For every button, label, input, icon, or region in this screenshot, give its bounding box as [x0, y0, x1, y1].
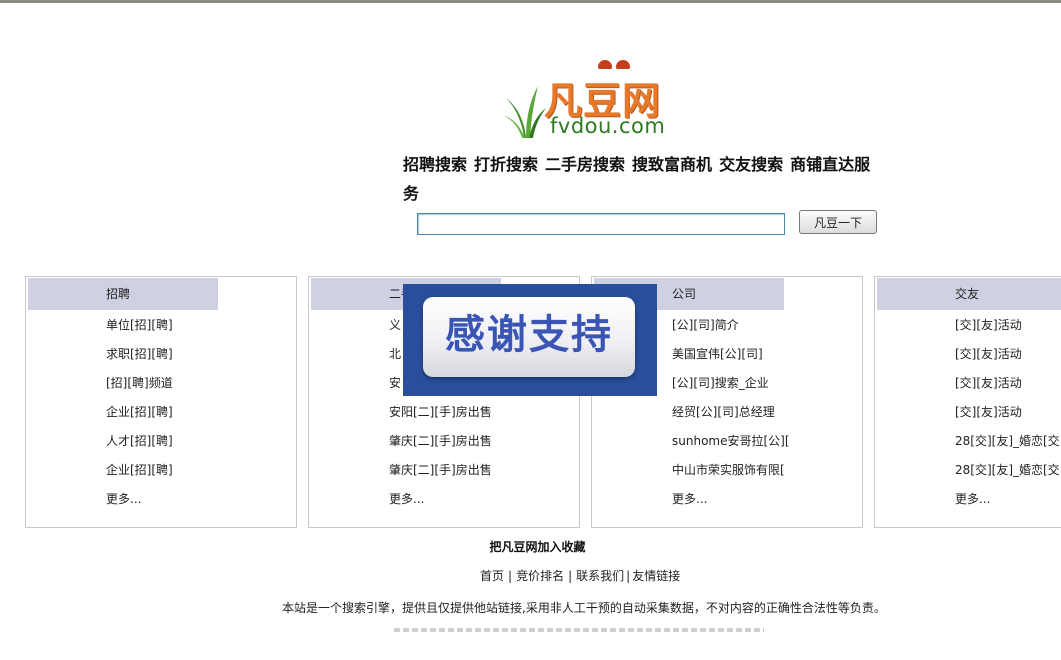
list-item[interactable]: [招][聘]频道 — [106, 374, 173, 403]
search-category-nav: 招聘搜索 打折搜索 二手房搜索 搜致富商机 交友搜索 商铺直达服务 — [403, 150, 893, 208]
separator: | — [568, 569, 573, 583]
list-item[interactable]: 经贸[公][司]总经理 — [672, 403, 790, 432]
disclaimer-text: 本站是一个搜索引擎，提供且仅提供他站链接,采用非人工干预的自动采集数据，不对内容… — [282, 601, 886, 615]
separator: | — [508, 569, 513, 583]
footer-links: 首页 | 竞价排名 | 联系我们 | 友情链接 — [480, 567, 680, 584]
site-logo[interactable]: 凡豆网 fvdou.com — [500, 56, 690, 140]
list-item[interactable]: 求职[招][聘] — [106, 345, 173, 374]
panel-title[interactable]: 交友 — [955, 278, 979, 310]
list-item[interactable]: [公][司]简介 — [672, 316, 790, 345]
list-item[interactable]: 28[交][友]_婚恋[交 — [955, 461, 1061, 490]
footer-link-friends[interactable]: 友情链接 — [632, 569, 680, 583]
list-item[interactable]: [交][友]活动 — [955, 374, 1061, 403]
panel-title[interactable]: 公司 — [672, 278, 696, 310]
cut-off-text-line — [394, 628, 764, 632]
search-input[interactable] — [417, 213, 785, 235]
list-item[interactable]: [交][友]活动 — [955, 345, 1061, 374]
panel-header: 招聘 — [28, 278, 218, 310]
mushroom-icon — [598, 60, 612, 69]
list-item[interactable]: 肇庆[二][手]房出售 — [389, 461, 492, 490]
list-item[interactable]: 中山市荣实服饰有限[ — [672, 461, 790, 490]
more-link[interactable]: 更多... — [672, 490, 790, 519]
window-top-border — [0, 0, 1061, 3]
list-item[interactable]: 安阳[二][手]房出售 — [389, 403, 492, 432]
panel-header: 交友 — [877, 278, 1061, 310]
list-item[interactable]: [交][友]活动 — [955, 316, 1061, 345]
grass-icon — [504, 86, 546, 138]
separator: | — [626, 569, 631, 583]
panel-dating: 交友 [交][友]活动 [交][友]活动 [交][友]活动 [交][友]活动 2… — [874, 276, 1061, 528]
list-item[interactable]: [公][司]搜索_企业 — [672, 374, 790, 403]
nav-secondhand-house-search[interactable]: 二手房搜索 — [545, 155, 625, 174]
logo-domain-text: fvdou.com — [550, 114, 666, 138]
list-item[interactable]: 美国宣伟[公][司] — [672, 345, 790, 374]
list-item[interactable]: 企业[招][聘] — [106, 461, 173, 490]
panel-list: 单位[招][聘] 求职[招][聘] [招][聘]频道 企业[招][聘] 人才[招… — [106, 316, 173, 519]
nav-dating-search[interactable]: 交友搜索 — [719, 155, 783, 174]
panel-title[interactable]: 招聘 — [106, 278, 130, 310]
panel-list: [交][友]活动 [交][友]活动 [交][友]活动 [交][友]活动 28[交… — [955, 316, 1061, 519]
add-favorite-link[interactable]: 把凡豆网加入收藏 — [0, 538, 1061, 555]
list-item[interactable]: 企业[招][聘] — [106, 403, 173, 432]
list-item[interactable]: sunhome安哥拉[公][ — [672, 432, 790, 461]
nav-job-search[interactable]: 招聘搜索 — [403, 155, 467, 174]
footer-link-contact[interactable]: 联系我们 — [576, 569, 624, 583]
footer-link-home[interactable]: 首页 — [480, 569, 504, 583]
panel-list: [公][司]简介 美国宣伟[公][司] [公][司]搜索_企业 经贸[公][司]… — [672, 316, 790, 519]
more-link[interactable]: 更多... — [106, 490, 173, 519]
panel-recruitment: 招聘 单位[招][聘] 求职[招][聘] [招][聘]频道 企业[招][聘] 人… — [25, 276, 297, 528]
list-item[interactable]: 肇庆[二][手]房出售 — [389, 432, 492, 461]
list-item[interactable]: [交][友]活动 — [955, 403, 1061, 432]
more-link[interactable]: 更多... — [389, 490, 492, 519]
favorite-label[interactable]: 把凡豆网加入收藏 — [489, 540, 585, 554]
footer-link-bidding[interactable]: 竞价排名 — [516, 569, 564, 583]
search-button[interactable]: 凡豆一下 — [799, 210, 877, 234]
overlay-text: 感谢支持 — [445, 312, 613, 358]
thanks-overlay[interactable]: 感谢支持 — [403, 284, 657, 396]
nav-business-search[interactable]: 搜致富商机 — [632, 155, 712, 174]
mushroom-icon — [616, 60, 630, 69]
list-item[interactable]: 人才[招][聘] — [106, 432, 173, 461]
overlay-badge: 感谢支持 — [423, 297, 635, 377]
more-link[interactable]: 更多... — [955, 490, 1061, 519]
list-item[interactable]: 单位[招][聘] — [106, 316, 173, 345]
nav-discount-search[interactable]: 打折搜索 — [474, 155, 538, 174]
list-item[interactable]: 28[交][友]_婚恋[交 — [955, 432, 1061, 461]
